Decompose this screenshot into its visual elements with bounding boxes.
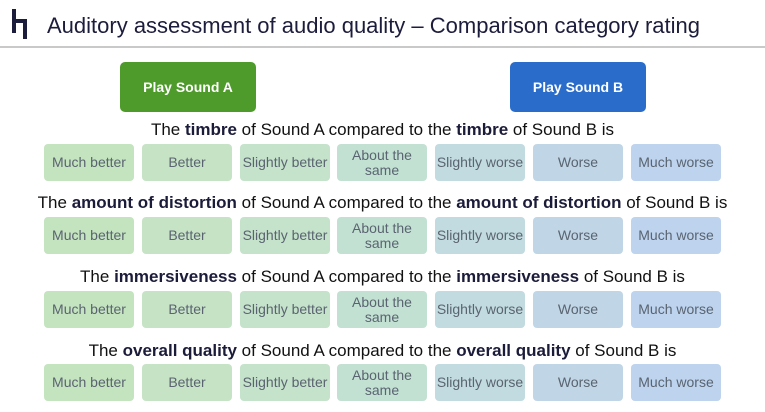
question-distortion: The amount of distortion of Sound A comp… — [0, 193, 765, 213]
question-text: The — [88, 341, 123, 360]
question-attribute: immersiveness — [114, 267, 237, 286]
rating-option-much-better[interactable]: Much better — [44, 291, 134, 328]
question-text: of Sound B is — [621, 193, 728, 212]
rating-option-about-the-same[interactable]: About the same — [337, 217, 427, 254]
rating-option-slightly-worse[interactable]: Slightly worse — [435, 144, 525, 181]
question-attribute: timbre — [184, 120, 237, 139]
question-attribute: amount of distortion — [71, 193, 237, 212]
question-text: of Sound B is — [508, 120, 615, 139]
rating-options-distortion: Much better Better Slightly better About th… — [44, 217, 721, 254]
question-attribute: overall quality — [122, 341, 237, 360]
rating-option-slightly-better[interactable]: Slightly better — [240, 217, 330, 254]
rating-option-about-the-same[interactable]: About the same — [337, 291, 427, 328]
rating-options-immersiveness: Much better Better Slightly better About th… — [44, 291, 721, 328]
rating-option-slightly-better[interactable]: Slightly better — [240, 144, 330, 181]
play-sound-b-button[interactable]: Play Sound B — [510, 62, 646, 112]
rating-option-better[interactable]: Better — [142, 217, 232, 254]
rating-options-timbre: Much better Better Slightly better About th… — [44, 144, 721, 181]
question-overall-quality: The overall quality of Sound A compared … — [0, 341, 765, 361]
rating-option-slightly-worse[interactable]: Slightly worse — [435, 364, 525, 401]
question-attribute: timbre — [456, 120, 509, 139]
question-text: of Sound B is — [579, 267, 685, 286]
question-immersiveness: The immersiveness of Sound A compared to… — [0, 267, 765, 287]
rating-option-better[interactable]: Better — [142, 144, 232, 181]
rating-option-worse[interactable]: Worse — [533, 217, 623, 254]
question-text: of Sound A compared to the — [236, 120, 457, 139]
question-attribute: overall quality — [456, 341, 571, 360]
rating-options-overall-quality: Much better Better Slightly better About th… — [44, 364, 721, 401]
rating-option-worse[interactable]: Worse — [533, 364, 623, 401]
rating-option-slightly-worse[interactable]: Slightly worse — [435, 291, 525, 328]
rating-option-much-worse[interactable]: Much worse — [631, 364, 721, 401]
rating-option-much-worse[interactable]: Much worse — [631, 217, 721, 254]
rating-option-slightly-worse[interactable]: Slightly worse — [435, 217, 525, 254]
rating-option-about-the-same[interactable]: About the same — [337, 144, 427, 181]
rating-option-much-better[interactable]: Much better — [44, 144, 134, 181]
question-text: of Sound A compared to the — [236, 193, 457, 212]
rating-option-better[interactable]: Better — [142, 364, 232, 401]
rating-option-much-worse[interactable]: Much worse — [631, 291, 721, 328]
rating-option-worse[interactable]: Worse — [533, 291, 623, 328]
question-timbre: The timbre of Sound A compared to the ti… — [0, 120, 765, 140]
question-attribute: amount of distortion — [456, 193, 622, 212]
rating-option-worse[interactable]: Worse — [533, 144, 623, 181]
page-title: Auditory assessment of audio quality – C… — [47, 13, 701, 38]
question-text: of Sound A compared to the — [236, 267, 457, 286]
rating-option-much-better[interactable]: Much better — [44, 364, 134, 401]
rating-option-much-better[interactable]: Much better — [44, 217, 134, 254]
header-bar: Auditory assessment of audio quality – C… — [0, 0, 765, 48]
rating-option-about-the-same[interactable]: About the same — [337, 364, 427, 401]
question-text: of Sound B is — [570, 341, 677, 360]
question-attribute: immersiveness — [456, 267, 580, 286]
question-text: of Sound A compared to the — [236, 341, 457, 360]
rating-option-much-worse[interactable]: Much worse — [631, 144, 721, 181]
rating-option-better[interactable]: Better — [142, 291, 232, 328]
question-text: The — [80, 267, 115, 286]
play-sound-a-button[interactable]: Play Sound A — [120, 62, 256, 112]
logo-icon — [12, 9, 27, 39]
rating-option-slightly-better[interactable]: Slightly better — [240, 364, 330, 401]
question-text: The — [150, 120, 185, 139]
rating-option-slightly-better[interactable]: Slightly better — [240, 291, 330, 328]
question-text: The — [37, 193, 72, 212]
